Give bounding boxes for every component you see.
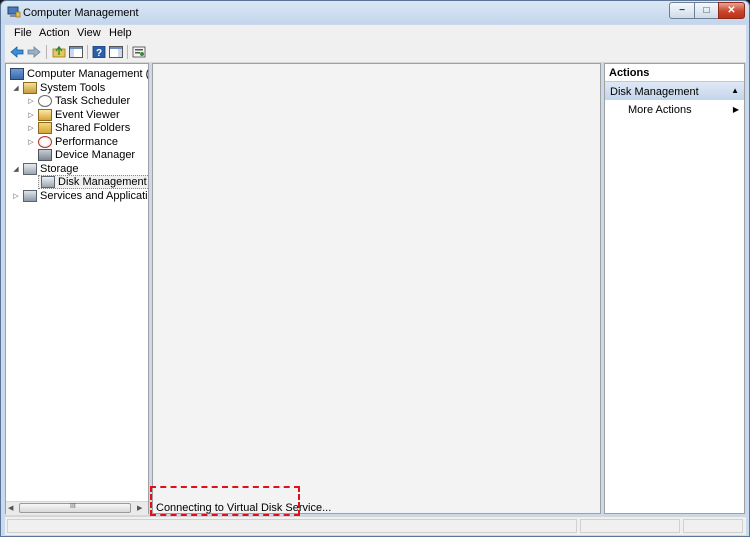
window-title: Computer Management	[23, 7, 139, 19]
status-highlight-box	[150, 486, 300, 516]
tree-item-label: Device Manager	[55, 148, 136, 161]
tree-item-services-and-applications[interactable]: ▷ Services and Applications	[12, 189, 148, 202]
help-icon[interactable]: ?	[91, 44, 107, 59]
title-bar[interactable]: Computer Management − □ ✕	[1, 1, 749, 25]
status-bar-cell	[683, 519, 743, 533]
menu-file[interactable]: File	[14, 27, 32, 39]
tree-item-label: Event Viewer	[55, 108, 120, 121]
selected-tree-item[interactable]: Disk Management	[38, 174, 148, 189]
actions-section-label: Disk Management	[610, 86, 699, 98]
show-hide-console-tree-icon[interactable]	[68, 44, 84, 59]
tree-item-label: Computer Management (Local	[27, 67, 149, 80]
svg-text:?: ?	[96, 48, 102, 58]
expand-arrow-icon[interactable]: ▷	[27, 97, 35, 105]
more-actions-link[interactable]: More Actions	[628, 104, 692, 116]
forward-arrow-icon[interactable]	[26, 44, 42, 59]
expand-arrow-icon[interactable]: ▷	[27, 124, 35, 132]
tree-item-disk-management[interactable]: Disk Management	[27, 174, 148, 189]
collapse-up-arrow-icon[interactable]: ▲	[731, 86, 739, 95]
event-viewer-icon	[38, 108, 52, 121]
storage-icon	[23, 162, 37, 175]
expand-arrow-icon[interactable]: ▷	[27, 111, 35, 119]
computer-management-icon	[7, 6, 21, 18]
tree-item-device-manager[interactable]: Device Manager	[27, 148, 135, 161]
tree-item-system-tools[interactable]: ◢ System Tools	[12, 81, 105, 94]
tree-item-shared-folders[interactable]: ▷ Shared Folders	[27, 121, 130, 134]
tree-item-label: Task Scheduler	[55, 94, 131, 107]
computer-management-window: Computer Management − □ ✕ File Action Vi…	[0, 0, 750, 537]
expand-arrow-icon[interactable]: ▷	[12, 192, 20, 200]
menu-help[interactable]: Help	[109, 27, 132, 39]
disk-management-icon	[41, 175, 55, 188]
tree-item-label: Storage	[40, 162, 79, 175]
tree-item-performance[interactable]: ▷ Performance	[27, 135, 118, 148]
services-and-applications-icon	[23, 189, 37, 202]
result-pane[interactable]	[152, 63, 601, 514]
menu-action[interactable]: Action	[39, 27, 70, 39]
collapse-arrow-icon[interactable]: ◢	[12, 84, 20, 92]
expand-arrow-icon[interactable]: ▷	[27, 138, 35, 146]
tree-item-event-viewer[interactable]: ▷ Event Viewer	[27, 108, 120, 121]
status-bar	[5, 516, 746, 535]
up-folder-icon[interactable]	[51, 44, 67, 59]
task-scheduler-icon	[38, 94, 52, 107]
show-hide-action-pane-icon[interactable]	[108, 44, 124, 59]
menu-view[interactable]: View	[77, 27, 101, 39]
tree-item-label: Shared Folders	[55, 121, 131, 134]
scroll-left-arrow-icon[interactable]: ◀	[8, 504, 13, 512]
tree-item-task-scheduler[interactable]: ▷ Task Scheduler	[27, 94, 130, 107]
system-tools-icon	[23, 81, 37, 94]
shared-folders-icon	[38, 121, 52, 134]
actions-section-disk-management[interactable]: Disk Management ▲	[605, 82, 744, 100]
tree-item-computer-management[interactable]: Computer Management (Local	[10, 67, 149, 80]
computer-management-icon	[10, 67, 24, 80]
properties-icon[interactable]	[131, 44, 147, 59]
actions-title: Actions	[609, 67, 650, 79]
toolbar-separator	[87, 45, 88, 59]
status-bar-cell	[580, 519, 680, 533]
performance-icon	[38, 135, 52, 148]
toolbar-separator	[46, 45, 47, 59]
menu-bar: File Action View Help	[5, 25, 746, 42]
device-manager-icon	[38, 148, 52, 161]
minimize-button[interactable]: −	[669, 2, 695, 19]
scroll-grip: III	[70, 503, 76, 510]
back-arrow-icon[interactable]	[9, 44, 25, 59]
tree-item-label: System Tools	[40, 81, 106, 94]
collapse-arrow-icon[interactable]: ◢	[12, 165, 20, 173]
tree-item-label: Services and Applications	[40, 189, 148, 202]
toolbar-separator	[127, 45, 128, 59]
actions-header: Actions	[605, 64, 744, 82]
close-button[interactable]: ✕	[718, 2, 745, 19]
submenu-arrow-icon[interactable]: ▶	[733, 105, 739, 114]
toolbar: ?	[5, 42, 746, 63]
scroll-thumb[interactable]: III	[19, 503, 131, 513]
console-tree-pane[interactable]: Computer Management (Local ◢ System Tool…	[5, 63, 149, 514]
tree-item-label: Disk Management	[58, 175, 147, 188]
actions-pane: Actions Disk Management ▲ More Actions ▶	[604, 63, 745, 514]
tree-item-label: Performance	[55, 135, 118, 148]
maximize-button[interactable]: □	[694, 2, 719, 19]
tree-item-storage[interactable]: ◢ Storage	[12, 162, 79, 175]
status-bar-cell	[7, 519, 577, 533]
tree-horizontal-scrollbar[interactable]: ◀ III ▶	[6, 501, 148, 515]
scroll-right-arrow-icon[interactable]: ▶	[137, 504, 142, 512]
